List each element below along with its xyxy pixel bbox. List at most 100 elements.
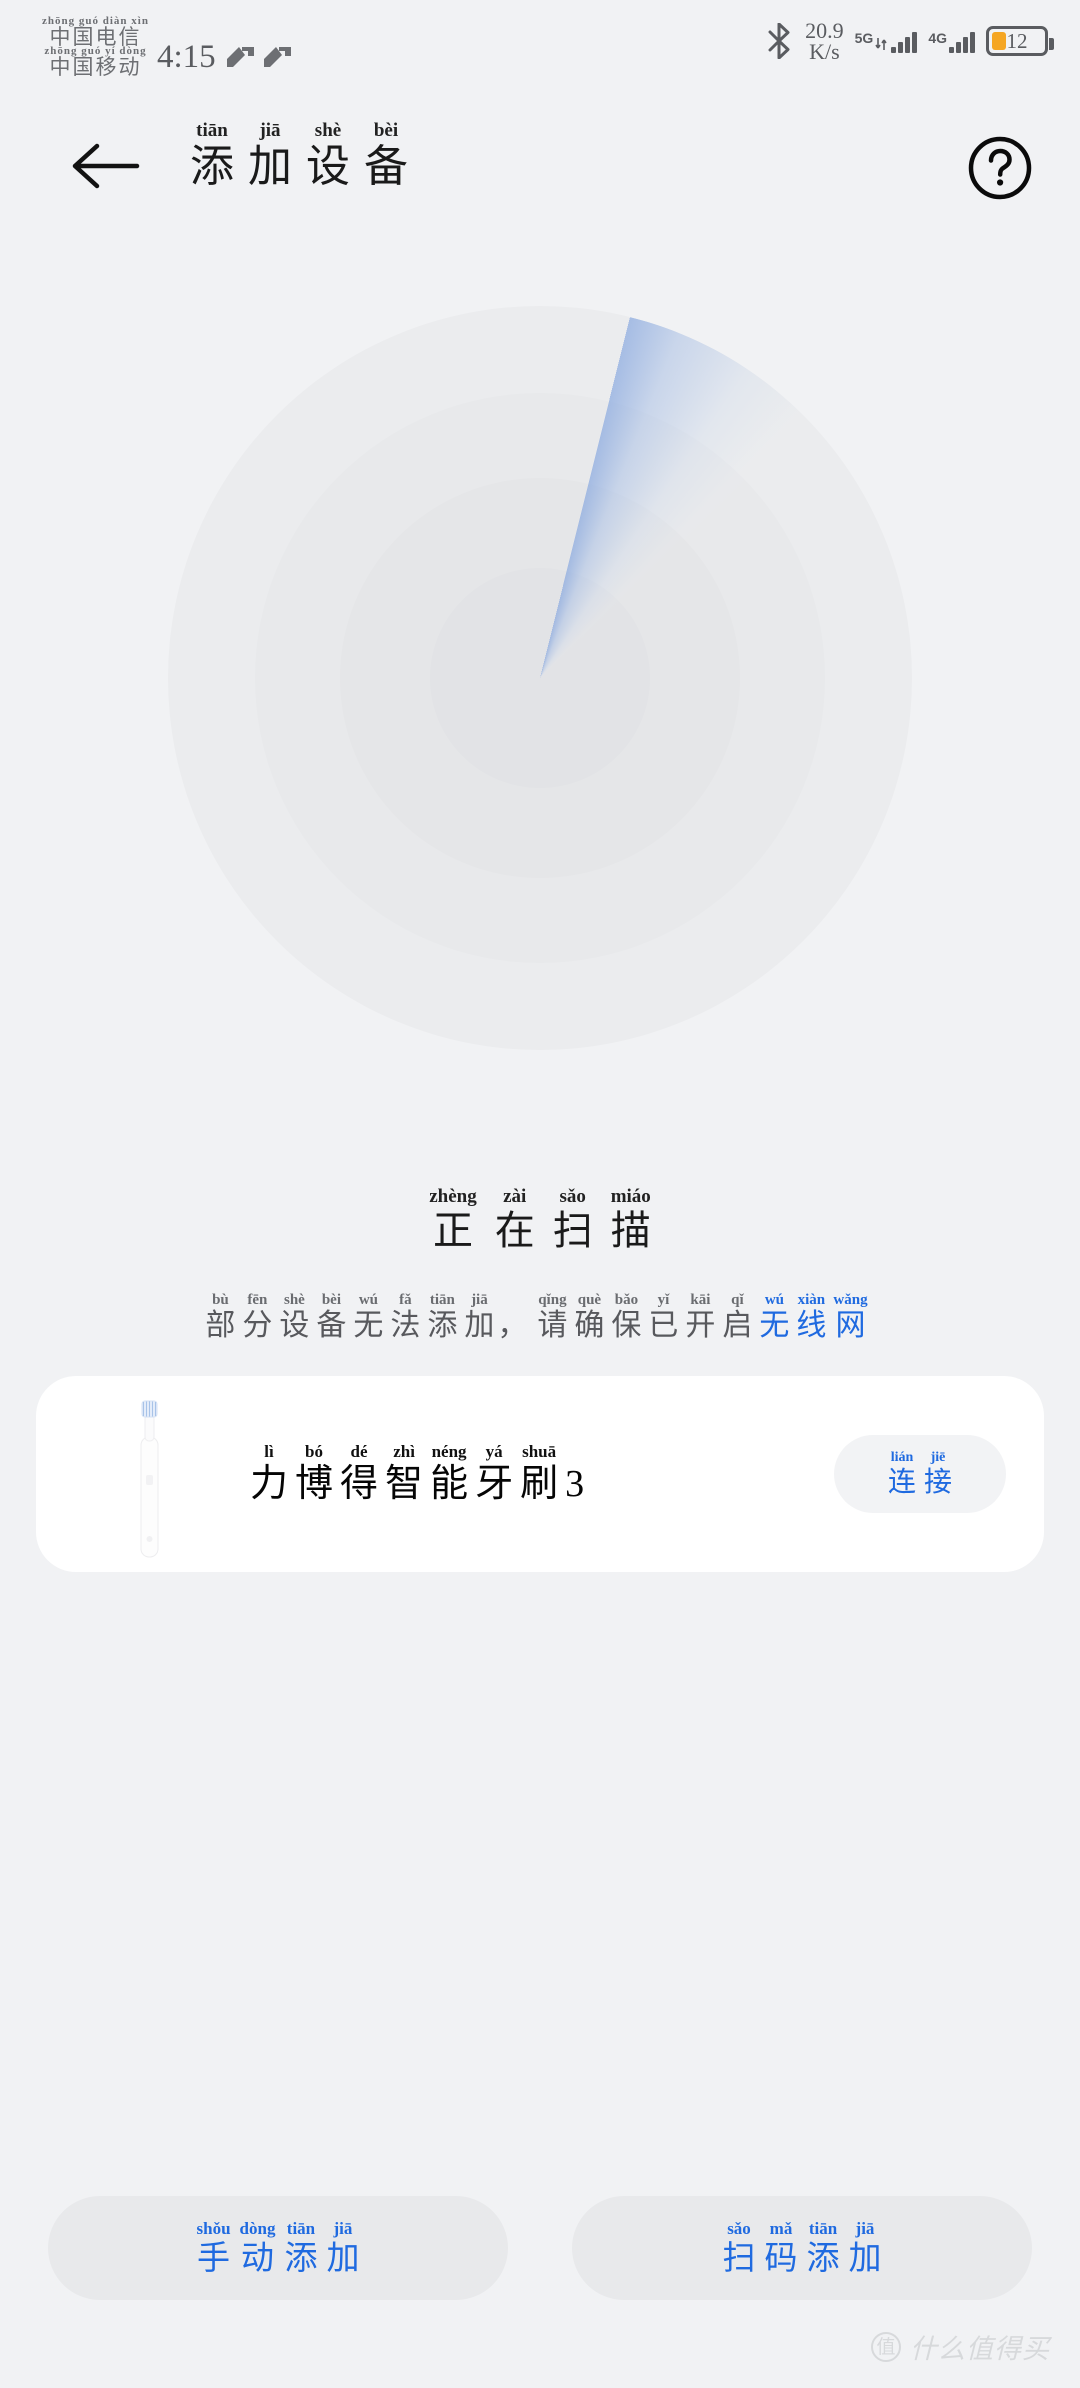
hint-char-7: tiān 添 bbox=[427, 1292, 457, 1344]
hint-char-8-hanzi: 加 bbox=[464, 1309, 495, 1342]
help-button[interactable] bbox=[960, 128, 1040, 208]
device-list-item[interactable]: lì 力 bó 博 dé 得 zhì 智 néng 能 yá 牙 shuā 刷 3 lián 连 jiē 接 bbox=[36, 1376, 1044, 1572]
connect-char-2-hanzi: 接 bbox=[924, 1465, 953, 1497]
device-name-char-4-pinyin: zhì bbox=[393, 1441, 415, 1461]
status-bar: zhōng guó diàn xìn 中国电信 zhōng guó yí dòn… bbox=[0, 0, 1080, 86]
device-name-char-2-hanzi: 博 bbox=[295, 1462, 334, 1505]
status-bar-right: 20.9 K/s 5G 4G 12 bbox=[768, 18, 1054, 63]
scanning-char-3-pinyin: sǎo bbox=[559, 1186, 586, 1207]
page-title: tiān 添 jiā 加 shè 设 bèi 备 bbox=[190, 120, 408, 193]
hint-char-12-pinyin: bǎo bbox=[614, 1292, 639, 1308]
btn-manual-char-4-pinyin: jiā bbox=[333, 2218, 353, 2238]
hint-char-14-hanzi: 开 bbox=[685, 1309, 716, 1342]
radar-sweep bbox=[168, 306, 912, 1050]
hint-char-18-hanzi: 网 bbox=[835, 1309, 866, 1342]
device-name-char-6-hanzi: 牙 bbox=[475, 1462, 514, 1505]
carrier-2-name: 中国移动 bbox=[49, 56, 142, 79]
bottom-action-bar: shǒu 手 dòng 动 tiān 添 jiā 加 sǎo 扫 mǎ 码 tiān 添 jiā 加 bbox=[0, 2196, 1080, 2304]
connect-button[interactable]: lián 连 jiē 接 bbox=[834, 1435, 1006, 1513]
title-char-4-pinyin: bèi bbox=[373, 120, 399, 141]
battery-percent: 12 bbox=[1006, 28, 1028, 53]
btn-manual-char-4-hanzi: 加 bbox=[326, 2238, 360, 2276]
hint-char-10: qǐng 请 bbox=[537, 1292, 567, 1344]
btn-scan-char-2: mǎ 码 bbox=[765, 2219, 798, 2278]
device-name-char-3: dé 得 bbox=[340, 1442, 378, 1507]
status-bar-clock: 4:15 bbox=[156, 39, 216, 75]
btn-scan-char-4-pinyin: jiā bbox=[855, 2218, 875, 2238]
sim1-signal: 5G bbox=[855, 29, 918, 53]
scan-code-add-button[interactable]: sǎo 扫 mǎ 码 tiān 添 jiā 加 bbox=[572, 2196, 1032, 2300]
title-char-2-hanzi: 加 bbox=[248, 142, 292, 191]
vpn-key-icon bbox=[226, 47, 254, 67]
hint-char-1-pinyin: bù bbox=[212, 1292, 229, 1308]
scanning-char-4-hanzi: 描 bbox=[610, 1209, 651, 1253]
hint-char-16-hanzi: 无 bbox=[759, 1309, 790, 1342]
device-name-char-7-hanzi: 刷 bbox=[520, 1462, 559, 1505]
network-speed-value: 20.9 bbox=[805, 18, 844, 43]
hint-char-3-pinyin: shè bbox=[283, 1292, 305, 1308]
connect-char-1: lián 连 bbox=[888, 1450, 916, 1499]
status-bar-left: zhōng guó diàn xìn 中国电信 zhōng guó yí dòn… bbox=[42, 16, 292, 79]
device-name-char-4-hanzi: 智 bbox=[385, 1462, 424, 1505]
toothbrush-svg bbox=[140, 1400, 159, 1558]
btn-scan-char-1: sǎo 扫 bbox=[723, 2219, 756, 2278]
btn-scan-char-2-pinyin: mǎ bbox=[769, 2218, 793, 2238]
btn-scan-char-4-hanzi: 加 bbox=[848, 2238, 882, 2276]
radar-sweep-wedge bbox=[168, 306, 912, 1050]
device-name-char-5: néng 能 bbox=[430, 1442, 468, 1507]
phone-screen: zhōng guó diàn xìn 中国电信 zhōng guó yí dòn… bbox=[0, 0, 1080, 2388]
question-mark-icon bbox=[968, 136, 1032, 200]
title-char-2: jiā 加 bbox=[248, 120, 292, 193]
btn-manual-char-3-hanzi: 添 bbox=[284, 2238, 318, 2276]
electric-toothbrush-icon bbox=[110, 1379, 188, 1569]
device-name-char-7-pinyin: shuā bbox=[522, 1441, 557, 1461]
device-name-char-2: bó 博 bbox=[295, 1442, 333, 1507]
scanning-status-label: zhèng 正 zài 在 sǎo 扫 miáo 描 bbox=[0, 1186, 1080, 1255]
scanning-char-3: sǎo 扫 bbox=[553, 1186, 593, 1255]
hint-char-4-hanzi: 备 bbox=[316, 1309, 347, 1342]
title-char-3-hanzi: 设 bbox=[306, 142, 350, 191]
btn-manual-char-4: jiā 加 bbox=[326, 2219, 359, 2278]
hint-char-7-pinyin: tiān bbox=[429, 1292, 455, 1308]
manual-add-button[interactable]: shǒu 手 dòng 动 tiān 添 jiā 加 bbox=[48, 2196, 508, 2300]
title-char-4: bèi 备 bbox=[364, 120, 408, 193]
hint-char-2-pinyin: fēn bbox=[247, 1292, 268, 1308]
hint-char-14: kāi 开 bbox=[685, 1292, 715, 1344]
title-char-3-pinyin: shè bbox=[314, 120, 342, 141]
hint-char-6-pinyin: fǎ bbox=[399, 1292, 412, 1308]
vpn-key-icon-2 bbox=[263, 47, 291, 67]
back-button[interactable] bbox=[60, 126, 150, 206]
hint-char-8: jiā 加 bbox=[464, 1292, 494, 1344]
device-name-char-1-hanzi: 力 bbox=[250, 1462, 289, 1505]
btn-scan-char-3-pinyin: tiān bbox=[808, 2218, 838, 2238]
hint-char-17-pinyin: xiàn bbox=[797, 1292, 826, 1308]
watermark-badge: 值 bbox=[871, 2331, 901, 2362]
app-bar: tiān 添 jiā 加 shè 设 bèi 备 bbox=[0, 104, 1080, 234]
device-name-char-5-hanzi: 能 bbox=[430, 1462, 469, 1505]
hint-char-1: bù 部 bbox=[205, 1292, 235, 1344]
hint-char-11-pinyin: què bbox=[577, 1292, 602, 1308]
hint-char-13: yǐ 已 bbox=[648, 1292, 678, 1344]
hint-char-3-hanzi: 设 bbox=[279, 1309, 310, 1342]
hint-char-17: xiàn 线 bbox=[796, 1292, 826, 1344]
hint-char-15-pinyin: qǐ bbox=[731, 1292, 744, 1308]
title-char-3: shè 设 bbox=[306, 120, 350, 193]
connect-char-2-pinyin: jiē bbox=[930, 1449, 946, 1465]
title-char-4-hanzi: 备 bbox=[364, 142, 408, 191]
hint-char-4-pinyin: bèi bbox=[321, 1292, 341, 1308]
scanning-char-4: miáo 描 bbox=[611, 1186, 651, 1255]
sim2-signal: 4G bbox=[928, 29, 975, 53]
hint-char-15-hanzi: 启 bbox=[722, 1309, 753, 1342]
connect-char-1-pinyin: lián bbox=[890, 1449, 914, 1465]
hint-char-6: fǎ 法 bbox=[390, 1292, 420, 1344]
btn-manual-char-2-pinyin: dòng bbox=[239, 2218, 276, 2238]
btn-manual-char-1: shǒu 手 bbox=[197, 2219, 231, 2278]
hint-char-18: wǎng 网 bbox=[833, 1292, 867, 1344]
hint-char-4: bèi 备 bbox=[316, 1292, 346, 1344]
btn-manual-char-1-hanzi: 手 bbox=[197, 2238, 231, 2276]
hint-char-15: qǐ 启 bbox=[722, 1292, 752, 1344]
sim1-signal-bars bbox=[891, 29, 918, 53]
radar-scan-animation bbox=[168, 306, 912, 1050]
battery-icon: 12 bbox=[986, 26, 1054, 56]
hint-char-5-pinyin: wú bbox=[358, 1292, 378, 1308]
